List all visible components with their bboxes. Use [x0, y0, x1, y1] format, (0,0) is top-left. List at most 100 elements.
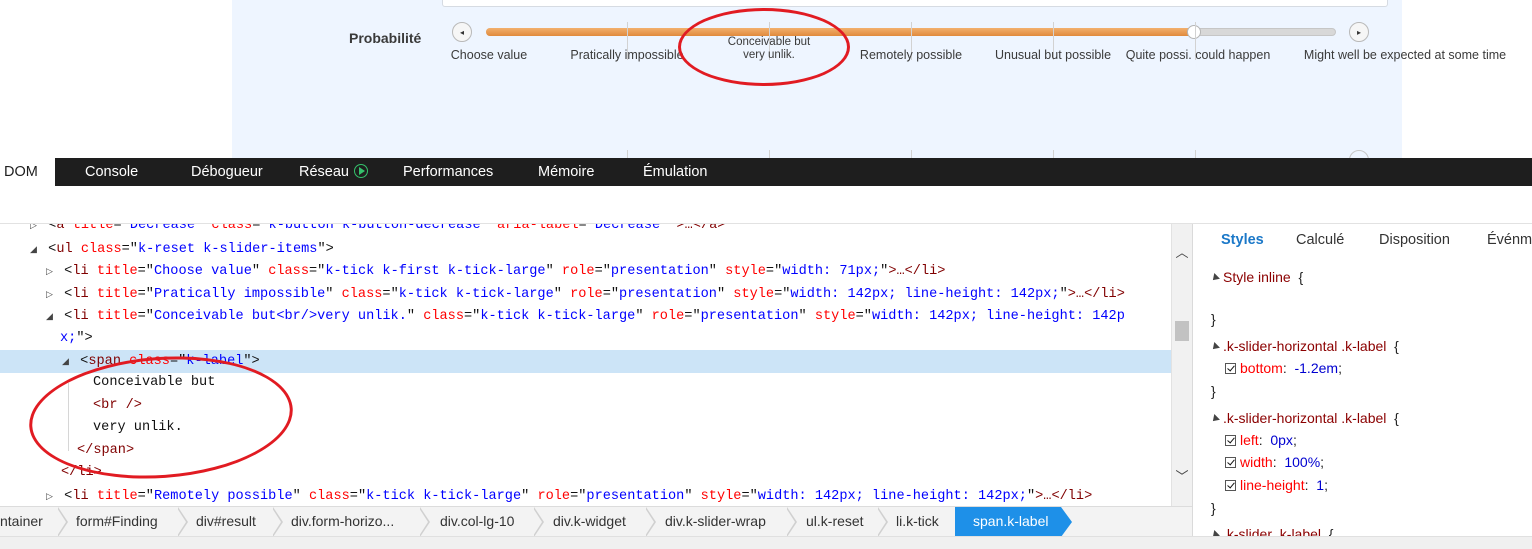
- styles-pane: Styles Calculé Disposition Événm Style i…: [1192, 224, 1532, 536]
- play-icon: [353, 164, 368, 179]
- slider-selection: [486, 28, 1195, 36]
- input-box-edge: [442, 0, 1388, 7]
- dom-node-wrap: x;">: [60, 331, 93, 346]
- breadcrumb-item-active[interactable]: span.k-label: [955, 507, 1061, 536]
- dom-node[interactable]: ▷ <a title="Decrease" class="k-button k-…: [0, 224, 1171, 237]
- property-checkbox[interactable]: [1225, 456, 1236, 468]
- slider-tick: [1195, 150, 1196, 158]
- tree-guide-line: [68, 383, 69, 451]
- breadcrumb-item[interactable]: ntainer: [0, 507, 43, 536]
- dom-node[interactable]: ◢ <li title="Conceivable but<br/>very un…: [0, 305, 1171, 328]
- slider-decrease-button[interactable]: ◂: [452, 22, 472, 42]
- collapse-arrow-icon[interactable]: [1210, 530, 1220, 536]
- chevron-down-icon[interactable]: ﹀: [1172, 466, 1192, 484]
- breadcrumb-item[interactable]: div.col-lg-10: [440, 507, 514, 536]
- collapse-arrow-icon[interactable]: [1210, 414, 1220, 425]
- breadcrumb-item[interactable]: li.k-tick: [896, 507, 939, 536]
- tick-label-unusual-but-possible: Unusual but possible: [994, 48, 1112, 62]
- css-rule-selector[interactable]: .k-slider-horizontal .k-label {: [1210, 338, 1399, 354]
- tab-layout[interactable]: Disposition: [1379, 232, 1450, 248]
- inline-style-header[interactable]: Style inline {: [1210, 269, 1303, 285]
- arrow-left-icon: ◂: [459, 28, 464, 37]
- tick-label-conceivable: Conceivable but very unlik.: [728, 36, 810, 62]
- expand-arrow-icon[interactable]: ▷: [46, 485, 56, 506]
- tab-console[interactable]: Console: [85, 158, 138, 186]
- devtools-tab-bar: DOM Console Débogueur Réseau Performance…: [0, 158, 1532, 186]
- tab-network[interactable]: Réseau: [299, 158, 368, 186]
- breadcrumb: ntainer form#Finding div#result div.form…: [0, 506, 1192, 536]
- breadcrumb-item[interactable]: div.k-widget: [553, 507, 626, 536]
- form-panel: [232, 0, 1402, 158]
- tab-dom[interactable]: DOM: [0, 158, 55, 186]
- css-property[interactable]: bottom: -1.2em;: [1225, 360, 1342, 376]
- probability-label: Probabilité: [349, 30, 422, 46]
- devtools-toolbar: [0, 186, 1532, 224]
- dom-node[interactable]: ▷ <li title="Choose value" class="k-tick…: [0, 260, 1171, 283]
- dom-close-tag: </span>: [77, 443, 135, 458]
- tab-network-label: Réseau: [299, 164, 349, 180]
- tick-label-might-well-be-expected: Might well be expected at some time: [1303, 48, 1507, 62]
- arrow-right-icon: ▸: [1356, 28, 1361, 37]
- tick-label-quite-possible: Quite possi. could happen: [1125, 48, 1271, 62]
- collapse-arrow-icon[interactable]: ◢: [30, 238, 40, 261]
- brace: }: [1211, 311, 1216, 327]
- tab-computed[interactable]: Calculé: [1296, 232, 1344, 248]
- breadcrumb-item[interactable]: div.k-slider-wrap: [665, 507, 766, 536]
- brace: }: [1211, 383, 1216, 399]
- slider-tick: [627, 150, 628, 158]
- dom-node[interactable]: ◢ <ul class="k-reset k-slider-items">: [0, 238, 1171, 261]
- breadcrumb-separator: [533, 507, 544, 536]
- dom-node-selected[interactable]: ◢ <span class="k-label">: [0, 350, 1171, 373]
- dom-node[interactable]: ▷ <li title="Pratically impossible" clas…: [0, 283, 1171, 306]
- breadcrumb-separator: [272, 507, 283, 536]
- tab-styles[interactable]: Styles: [1221, 232, 1264, 248]
- status-strip: [0, 536, 1532, 549]
- breadcrumb-item[interactable]: div.form-horizo...: [291, 507, 394, 536]
- breadcrumb-separator: [786, 507, 797, 536]
- expand-arrow-icon[interactable]: ▷: [46, 260, 56, 283]
- expand-arrow-icon[interactable]: ▷: [30, 224, 40, 237]
- breadcrumb-item[interactable]: div#result: [196, 507, 256, 536]
- dom-text-node[interactable]: Conceivable but: [0, 372, 1171, 395]
- tab-memory[interactable]: Mémoire: [538, 158, 594, 186]
- slider-tick: [911, 150, 912, 158]
- breadcrumb-item[interactable]: form#Finding: [76, 507, 158, 536]
- property-checkbox[interactable]: [1225, 362, 1236, 374]
- tick-label-line: very unlik.: [743, 49, 795, 61]
- brace: }: [1211, 500, 1216, 516]
- css-property[interactable]: width: 100%;: [1225, 454, 1324, 470]
- css-property[interactable]: left: 0px;: [1225, 432, 1297, 448]
- property-checkbox[interactable]: [1225, 434, 1236, 446]
- dom-tree: ▷ <a title="Decrease" class="k-button k-…: [0, 224, 1171, 506]
- tick-label-pratically-impossible: Pratically impossible: [570, 48, 684, 62]
- web-page-viewport: Probabilité ◂ ▸ Choose value Pratically …: [0, 0, 1532, 158]
- css-rule-selector[interactable]: .k-slider .k-label {: [1210, 526, 1334, 536]
- dom-close-tag: </li>: [61, 465, 102, 480]
- breadcrumb-item[interactable]: ul.k-reset: [806, 507, 864, 536]
- dom-node[interactable]: <br />: [0, 395, 1171, 418]
- tick-label-remotely-possible: Remotely possible: [859, 48, 963, 62]
- breadcrumb-separator: [645, 507, 656, 536]
- tab-emulation[interactable]: Émulation: [643, 158, 707, 186]
- scrollbar-thumb[interactable]: [1175, 321, 1189, 341]
- breadcrumb-separator: [877, 507, 888, 536]
- css-rule-selector[interactable]: .k-slider-horizontal .k-label {: [1210, 410, 1399, 426]
- dom-scrollbar[interactable]: ︿ ﹀: [1171, 224, 1192, 506]
- dom-node[interactable]: ▷ <li title="Remotely possible" class="k…: [0, 485, 1171, 506]
- tab-events[interactable]: Événm: [1487, 232, 1532, 248]
- dom-text-node[interactable]: very unlik.: [0, 417, 1171, 440]
- tab-performance[interactable]: Performances: [403, 158, 493, 186]
- collapse-arrow-icon[interactable]: ◢: [62, 350, 72, 373]
- tab-debugger[interactable]: Débogueur: [191, 158, 263, 186]
- expand-arrow-icon[interactable]: ▷: [46, 283, 56, 306]
- slider-increase-button[interactable]: ▸: [1349, 22, 1369, 42]
- slider-tick: [769, 150, 770, 158]
- collapse-arrow-icon[interactable]: ◢: [46, 305, 56, 328]
- chevron-up-icon[interactable]: ︿: [1172, 242, 1192, 260]
- breadcrumb-separator: [177, 507, 188, 536]
- collapse-arrow-icon[interactable]: [1210, 273, 1220, 284]
- collapse-arrow-icon[interactable]: [1210, 342, 1220, 353]
- property-checkbox[interactable]: [1225, 479, 1236, 491]
- css-property[interactable]: line-height: 1;: [1225, 477, 1328, 493]
- breadcrumb-separator: [419, 507, 430, 536]
